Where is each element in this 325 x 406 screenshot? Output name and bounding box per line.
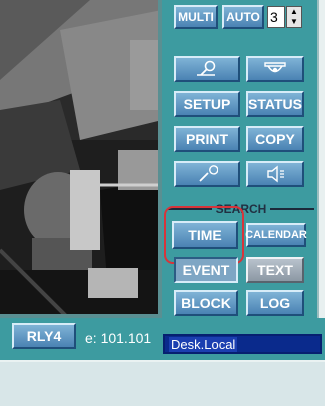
panel-edge bbox=[317, 0, 325, 325]
camera-feed-image bbox=[0, 0, 158, 314]
auto-button[interactable]: AUTO bbox=[222, 5, 264, 29]
pen-zoom-icon bbox=[197, 60, 216, 76]
pencil-icon bbox=[199, 165, 218, 182]
block-search-button[interactable]: BLOCK bbox=[174, 290, 238, 316]
stepper-down-icon[interactable]: ▼ bbox=[287, 17, 301, 27]
relay4-button[interactable]: RLY4 bbox=[12, 323, 76, 349]
tools-button[interactable] bbox=[174, 161, 240, 187]
search-divider-right bbox=[270, 208, 315, 210]
setup-button[interactable]: SETUP bbox=[174, 91, 240, 117]
multi-button[interactable]: MULTI bbox=[174, 5, 218, 29]
status-area bbox=[0, 360, 325, 406]
selection-highlight bbox=[164, 206, 244, 264]
site-selector[interactable]: Desk.Local bbox=[163, 334, 322, 354]
print-button[interactable]: PRINT bbox=[174, 126, 240, 152]
dvr-client-window: MULTI AUTO 3 ▲ ▼ SETUP STATUS PRINT COPY bbox=[0, 0, 325, 406]
ip-address-text: e: 101.101 bbox=[85, 330, 152, 346]
stepper-up-icon[interactable]: ▲ bbox=[287, 7, 301, 17]
event-search-button[interactable]: EVENT bbox=[174, 257, 238, 283]
channel-count-stepper[interactable]: ▲ ▼ bbox=[286, 6, 302, 28]
zoom-pen-button[interactable] bbox=[174, 56, 240, 82]
dome-camera-icon bbox=[264, 62, 286, 73]
log-button[interactable]: LOG bbox=[246, 290, 304, 316]
channel-count-field[interactable]: 3 bbox=[267, 6, 285, 28]
audio-button[interactable] bbox=[246, 161, 304, 187]
site-selector-value: Desk.Local bbox=[169, 336, 238, 352]
status-button[interactable]: STATUS bbox=[246, 91, 304, 117]
camera-video-view[interactable] bbox=[0, 0, 162, 318]
calendar-search-button[interactable]: CALENDAR bbox=[245, 223, 307, 247]
text-search-button[interactable]: TEXT bbox=[246, 257, 304, 283]
dome-camera-button[interactable] bbox=[246, 56, 304, 82]
speaker-icon bbox=[267, 165, 284, 183]
copy-button[interactable]: COPY bbox=[246, 126, 304, 152]
